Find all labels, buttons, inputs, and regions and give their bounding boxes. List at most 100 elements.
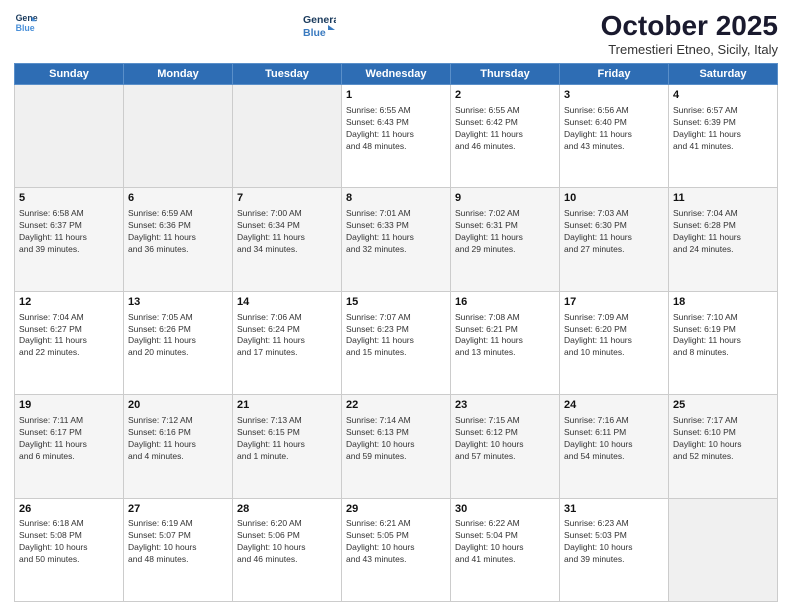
header: General Blue General Blue General Blue O… [14, 10, 778, 57]
cell-content: Sunrise: 6:18 AM Sunset: 5:08 PM Dayligh… [19, 518, 119, 566]
calendar-cell: 4 Sunrise: 6:57 AM Sunset: 6:39 PM Daylig… [669, 85, 778, 188]
cell-content: Sunrise: 7:05 AM Sunset: 6:26 PM Dayligh… [128, 312, 228, 360]
weekday-header-friday: Friday [560, 64, 669, 85]
calendar-cell: 7Sunrise: 7:00 AM Sunset: 6:34 PM Daylig… [233, 188, 342, 291]
calendar-cell: 5Sunrise: 6:58 AM Sunset: 6:37 PM Daylig… [15, 188, 124, 291]
logo: General Blue General Blue [14, 10, 38, 34]
day-number: 29 [346, 502, 446, 517]
cell-content: Sunrise: 7:06 AM Sunset: 6:24 PM Dayligh… [237, 312, 337, 360]
logo-icon: General Blue [14, 10, 38, 34]
calendar-cell: 14 Sunrise: 7:06 AM Sunset: 6:24 PM Dayli… [233, 291, 342, 394]
day-number: 10 [564, 191, 664, 206]
page: General Blue General Blue General Blue O… [0, 0, 792, 612]
week-row-1: 5Sunrise: 6:58 AM Sunset: 6:37 PM Daylig… [15, 188, 778, 291]
logo-block: General Blue [302, 10, 336, 46]
calendar-cell: 19Sunrise: 7:11 AM Sunset: 6:17 PM Dayli… [15, 395, 124, 498]
cell-content: Sunrise: 6:57 AM Sunset: 6:39 PM Dayligh… [673, 105, 773, 153]
day-number: 13 [128, 295, 228, 310]
svg-text:Blue: Blue [303, 27, 326, 39]
day-number: 25 [673, 398, 773, 413]
title-block: October 2025 Tremestieri Etneo, Sicily, … [601, 10, 778, 57]
day-number: 21 [237, 398, 337, 413]
calendar-cell: 16 Sunrise: 7:08 AM Sunset: 6:21 PM Dayli… [451, 291, 560, 394]
calendar-cell: 1Sunrise: 6:55 AM Sunset: 6:43 PM Daylig… [342, 85, 451, 188]
calendar-cell [15, 85, 124, 188]
calendar-cell [669, 498, 778, 601]
cell-content: Sunrise: 6:23 AM Sunset: 5:03 PM Dayligh… [564, 518, 664, 566]
day-number: 1 [346, 88, 446, 103]
day-number: 26 [19, 502, 119, 517]
week-row-4: 26Sunrise: 6:18 AM Sunset: 5:08 PM Dayli… [15, 498, 778, 601]
month-title: October 2025 [601, 10, 778, 42]
cell-content: Sunrise: 6:59 AM Sunset: 6:36 PM Dayligh… [128, 208, 228, 256]
calendar-cell: 8 Sunrise: 7:01 AM Sunset: 6:33 PM Daylig… [342, 188, 451, 291]
calendar-cell: 11 Sunrise: 7:04 AM Sunset: 6:28 PM Dayli… [669, 188, 778, 291]
calendar-cell: 9 Sunrise: 7:02 AM Sunset: 6:31 PM Daylig… [451, 188, 560, 291]
cell-content: Sunrise: 7:17 AM Sunset: 6:10 PM Dayligh… [673, 415, 773, 463]
cell-content: Sunrise: 7:04 AM Sunset: 6:27 PM Dayligh… [19, 312, 119, 360]
day-number: 24 [564, 398, 664, 413]
weekday-header-monday: Monday [124, 64, 233, 85]
calendar-cell [233, 85, 342, 188]
week-row-0: 1Sunrise: 6:55 AM Sunset: 6:43 PM Daylig… [15, 85, 778, 188]
day-number: 31 [564, 502, 664, 517]
cell-content: Sunrise: 7:12 AM Sunset: 6:16 PM Dayligh… [128, 415, 228, 463]
day-number: 27 [128, 502, 228, 517]
day-number: 18 [673, 295, 773, 310]
cell-content: Sunrise: 7:15 AM Sunset: 6:12 PM Dayligh… [455, 415, 555, 463]
day-number: 8 [346, 191, 446, 206]
logo-svg: General Blue [302, 10, 336, 46]
day-number: 4 [673, 88, 773, 103]
weekday-header-wednesday: Wednesday [342, 64, 451, 85]
day-number: 9 [455, 191, 555, 206]
day-number: 3 [564, 88, 664, 103]
cell-content: Sunrise: 6:19 AM Sunset: 5:07 PM Dayligh… [128, 518, 228, 566]
svg-text:General: General [303, 14, 336, 26]
calendar-cell: 29Sunrise: 6:21 AM Sunset: 5:05 PM Dayli… [342, 498, 451, 601]
day-number: 15 [346, 295, 446, 310]
calendar-cell: 27Sunrise: 6:19 AM Sunset: 5:07 PM Dayli… [124, 498, 233, 601]
calendar-cell [124, 85, 233, 188]
cell-content: Sunrise: 6:22 AM Sunset: 5:04 PM Dayligh… [455, 518, 555, 566]
day-number: 30 [455, 502, 555, 517]
cell-content: Sunrise: 7:04 AM Sunset: 6:28 PM Dayligh… [673, 208, 773, 256]
weekday-header-saturday: Saturday [669, 64, 778, 85]
cell-content: Sunrise: 7:00 AM Sunset: 6:34 PM Dayligh… [237, 208, 337, 256]
cell-content: Sunrise: 7:16 AM Sunset: 6:11 PM Dayligh… [564, 415, 664, 463]
calendar-cell: 13 Sunrise: 7:05 AM Sunset: 6:26 PM Dayli… [124, 291, 233, 394]
calendar-cell: 18Sunrise: 7:10 AM Sunset: 6:19 PM Dayli… [669, 291, 778, 394]
cell-content: Sunrise: 7:03 AM Sunset: 6:30 PM Dayligh… [564, 208, 664, 256]
calendar-cell: 21Sunrise: 7:13 AM Sunset: 6:15 PM Dayli… [233, 395, 342, 498]
calendar-cell: 6 Sunrise: 6:59 AM Sunset: 6:36 PM Daylig… [124, 188, 233, 291]
calendar-cell: 23 Sunrise: 7:15 AM Sunset: 6:12 PM Dayli… [451, 395, 560, 498]
day-number: 11 [673, 191, 773, 206]
cell-content: Sunrise: 7:08 AM Sunset: 6:21 PM Dayligh… [455, 312, 555, 360]
calendar-cell: 15Sunrise: 7:07 AM Sunset: 6:23 PM Dayli… [342, 291, 451, 394]
calendar-cell: 30Sunrise: 6:22 AM Sunset: 5:04 PM Dayli… [451, 498, 560, 601]
calendar-cell: 22Sunrise: 7:14 AM Sunset: 6:13 PM Dayli… [342, 395, 451, 498]
calendar-cell: 20 Sunrise: 7:12 AM Sunset: 6:16 PM Dayli… [124, 395, 233, 498]
calendar-table: SundayMondayTuesdayWednesdayThursdayFrid… [14, 63, 778, 602]
cell-content: Sunrise: 6:21 AM Sunset: 5:05 PM Dayligh… [346, 518, 446, 566]
week-row-3: 19Sunrise: 7:11 AM Sunset: 6:17 PM Dayli… [15, 395, 778, 498]
weekday-header-tuesday: Tuesday [233, 64, 342, 85]
cell-content: Sunrise: 7:11 AM Sunset: 6:17 PM Dayligh… [19, 415, 119, 463]
day-number: 20 [128, 398, 228, 413]
cell-content: Sunrise: 7:01 AM Sunset: 6:33 PM Dayligh… [346, 208, 446, 256]
day-number: 12 [19, 295, 119, 310]
calendar-cell: 28Sunrise: 6:20 AM Sunset: 5:06 PM Dayli… [233, 498, 342, 601]
day-number: 23 [455, 398, 555, 413]
day-number: 16 [455, 295, 555, 310]
calendar-cell: 3 Sunrise: 6:56 AM Sunset: 6:40 PM Daylig… [560, 85, 669, 188]
day-number: 6 [128, 191, 228, 206]
calendar-cell: 26Sunrise: 6:18 AM Sunset: 5:08 PM Dayli… [15, 498, 124, 601]
week-row-2: 12 Sunrise: 7:04 AM Sunset: 6:27 PM Dayli… [15, 291, 778, 394]
weekday-header-thursday: Thursday [451, 64, 560, 85]
calendar-cell: 24 Sunrise: 7:16 AM Sunset: 6:11 PM Dayli… [560, 395, 669, 498]
cell-content: Sunrise: 7:02 AM Sunset: 6:31 PM Dayligh… [455, 208, 555, 256]
cell-content: Sunrise: 6:56 AM Sunset: 6:40 PM Dayligh… [564, 105, 664, 153]
calendar-cell: 2Sunrise: 6:55 AM Sunset: 6:42 PM Daylig… [451, 85, 560, 188]
day-number: 28 [237, 502, 337, 517]
cell-content: Sunrise: 7:09 AM Sunset: 6:20 PM Dayligh… [564, 312, 664, 360]
day-number: 14 [237, 295, 337, 310]
